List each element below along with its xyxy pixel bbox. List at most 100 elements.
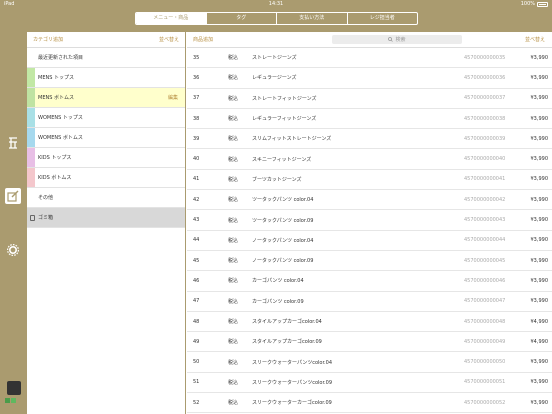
product-price: ¥3,990: [530, 217, 549, 224]
product-number: 48: [193, 318, 200, 325]
product-name: レギュラージーンズ: [252, 75, 297, 82]
product-row[interactable]: 40 税込 スキニーフィットジーンズ 4570000000040 ¥3,990: [187, 149, 552, 170]
product-price: ¥3,990: [530, 54, 549, 61]
avatar[interactable]: [7, 381, 21, 395]
category-list: 最近更新された項目 MENS トップス MENS ボトムス 編集 WOMENS トップス…: [27, 48, 185, 208]
product-tax: 税込: [228, 359, 239, 366]
product-row[interactable]: 41 税込 ブーツカットジーンズ 4570000000041 ¥3,990: [187, 170, 552, 191]
product-code: 4570000000046: [464, 277, 506, 284]
clock: 14:31: [268, 1, 284, 7]
product-list: 35 税込 ストレートジーンズ 4570000000035 ¥3,990 36 税込 レギュラ…: [187, 48, 552, 414]
category-row[interactable]: WOMENS ボトムス: [27, 128, 185, 148]
search-placeholder: 検索: [395, 37, 406, 43]
product-tax: 税込: [228, 278, 239, 285]
product-panel: 商品追加 検索 並べ替え 35 税込 ストレートジーンズ 4570000000035 ¥…: [187, 32, 552, 414]
product-number: 40: [193, 156, 200, 163]
edit-category-button[interactable]: 編集: [168, 94, 178, 101]
category-label: KIDS ボトムス: [38, 175, 72, 181]
product-code: 4570000000038: [464, 115, 506, 122]
product-tax: 税込: [228, 379, 239, 386]
category-row[interactable]: WOMENS トップス: [27, 108, 185, 128]
product-tax: 税込: [228, 55, 239, 62]
sort-categories-button[interactable]: 並べ替え: [159, 36, 179, 43]
product-price: ¥3,990: [530, 74, 549, 81]
category-label: WOMENS トップス: [38, 115, 83, 121]
product-number: 35: [193, 54, 200, 61]
product-price: ¥3,990: [530, 237, 549, 244]
category-row[interactable]: その他: [27, 188, 185, 208]
category-color-strip: [27, 48, 35, 67]
product-price: ¥3,990: [530, 277, 549, 284]
product-row[interactable]: 42 税込 ツータックパンツ color.04 4570000000042 ¥3,990: [187, 190, 552, 211]
product-price: ¥3,990: [530, 176, 549, 183]
tab-tags[interactable]: タグ: [207, 13, 277, 24]
product-row[interactable]: 37 税込 ストレートフィットジーンズ 4570000000037 ¥3,990: [187, 89, 552, 109]
tab-menu-products[interactable]: メニュー・商品: [136, 13, 207, 24]
category-row[interactable]: MENS トップス: [27, 68, 185, 88]
search-input[interactable]: 検索: [332, 35, 462, 44]
product-row[interactable]: 45 税込 ノータックパンツ color.09 4570000000045 ¥3,990: [187, 251, 552, 272]
product-number: 39: [193, 135, 200, 142]
category-row[interactable]: KIDS トップス: [27, 148, 185, 168]
product-name: レギュラーフィットジーンズ: [252, 116, 317, 123]
product-name: カーゴパンツ color.04: [252, 278, 304, 285]
product-number: 44: [193, 237, 200, 244]
sidebar: [0, 32, 27, 414]
product-row[interactable]: 39 税込 スリムフィットストレートジーンズ 4570000000039 ¥3,990: [187, 129, 552, 150]
product-row[interactable]: 50 税込 スリークウォーターパンツcolor.04 4570000000050 ¥3,…: [187, 352, 552, 373]
calculator-icon[interactable]: [5, 135, 21, 151]
product-row[interactable]: 51 税込 スリークウォーターパンツcolor.09 4570000000051 ¥3,…: [187, 373, 552, 394]
product-row[interactable]: 36 税込 レギュラージーンズ 4570000000036 ¥3,990: [187, 68, 552, 89]
trash-category[interactable]: ゴミ箱: [27, 208, 185, 228]
category-row[interactable]: MENS ボトムス 編集: [27, 88, 185, 108]
category-color-strip: [27, 148, 35, 167]
edit-icon[interactable]: [5, 188, 21, 204]
tab-cashiers[interactable]: レジ担当者: [348, 13, 418, 24]
header: メニュー・商品 タグ 支払い方法 レジ担当者: [0, 8, 552, 32]
category-label: WOMENS ボトムス: [38, 135, 83, 141]
battery-icon: [537, 1, 548, 7]
category-color-strip: [27, 88, 35, 107]
product-row[interactable]: 46 税込 カーゴパンツ color.04 4570000000046 ¥3,990: [187, 271, 552, 292]
product-tax: 税込: [228, 197, 239, 204]
product-number: 42: [193, 196, 200, 203]
product-name: ツータックパンツ color.04: [252, 197, 314, 204]
gear-icon[interactable]: [5, 242, 21, 258]
category-label: 最近更新された項目: [38, 55, 84, 61]
product-row[interactable]: 47 税込 カーゴパンツ color.09 4570000000047 ¥3,990: [187, 292, 552, 312]
product-name: スリムフィットストレートジーンズ: [252, 136, 332, 143]
product-code: 4570000000036: [464, 74, 506, 81]
product-row[interactable]: 49 税込 スタイルアップカーゴcolor.09 4570000000049 ¥4,99…: [187, 332, 552, 353]
product-row[interactable]: 52 税込 スリークウォーターカーゴcolor.09 4570000000052 ¥3,…: [187, 393, 552, 414]
product-code: 4570000000040: [464, 156, 506, 163]
product-code: 4570000000049: [464, 338, 506, 345]
check-icon: [11, 398, 16, 403]
product-number: 51: [193, 379, 200, 386]
add-category-button[interactable]: カテゴリ追加: [33, 36, 63, 43]
category-color-strip: [27, 128, 35, 147]
main-tabs: メニュー・商品 タグ 支払い方法 レジ担当者: [135, 12, 418, 25]
product-row[interactable]: 48 税込 スタイルアップカーゴcolor.04 4570000000048 ¥4,99…: [187, 312, 552, 333]
product-price: ¥4,990: [530, 338, 549, 345]
product-number: 49: [193, 338, 200, 345]
battery-indicator: 100%: [521, 0, 548, 8]
product-row[interactable]: 43 税込 ツータックパンツ color.09 4570000000043 ¥3,990: [187, 210, 552, 231]
category-row[interactable]: KIDS ボトムス: [27, 168, 185, 188]
product-price: ¥3,990: [530, 135, 549, 142]
sort-products-button[interactable]: 並べ替え: [525, 36, 545, 43]
category-color-strip: [27, 188, 35, 207]
product-code: 4570000000037: [464, 95, 506, 102]
tab-payment-methods[interactable]: 支払い方法: [277, 13, 348, 24]
category-row[interactable]: 最近更新された項目: [27, 48, 185, 68]
product-row[interactable]: 38 税込 レギュラーフィットジーンズ 4570000000038 ¥3,990: [187, 109, 552, 130]
trash-icon: [30, 214, 35, 221]
product-row[interactable]: 44 税込 ノータックパンツ color.04 4570000000044 ¥3,990: [187, 231, 552, 251]
product-number: 43: [193, 217, 200, 224]
category-color-strip: [27, 168, 35, 187]
add-product-button[interactable]: 商品追加: [193, 36, 213, 43]
product-price: ¥3,990: [530, 257, 549, 264]
status-bar: iPad 14:31 100%: [0, 0, 552, 8]
product-name: ツータックパンツ color.09: [252, 217, 314, 224]
product-row[interactable]: 35 税込 ストレートジーンズ 4570000000035 ¥3,990: [187, 48, 552, 69]
product-code: 4570000000039: [464, 135, 506, 142]
